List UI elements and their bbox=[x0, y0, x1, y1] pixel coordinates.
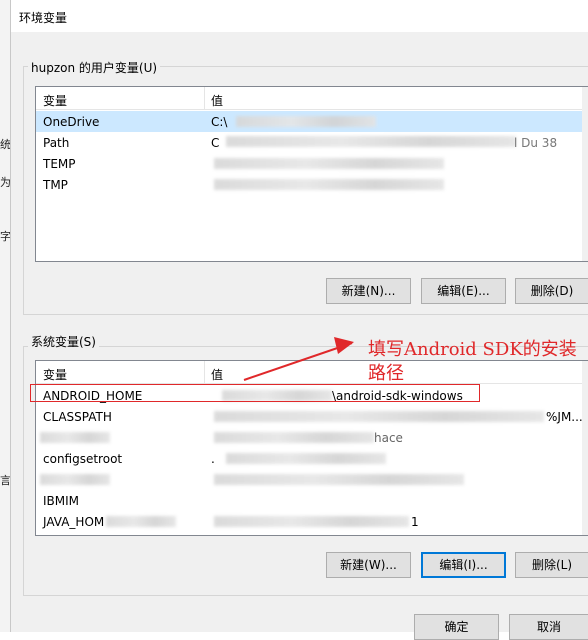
annotation-arrow-shaft bbox=[243, 342, 353, 381]
annotation-arrow bbox=[243, 337, 354, 381]
annotation-text: 填写Android SDK的安装路径 bbox=[368, 339, 577, 384]
annotation-arrow-head bbox=[334, 337, 354, 354]
